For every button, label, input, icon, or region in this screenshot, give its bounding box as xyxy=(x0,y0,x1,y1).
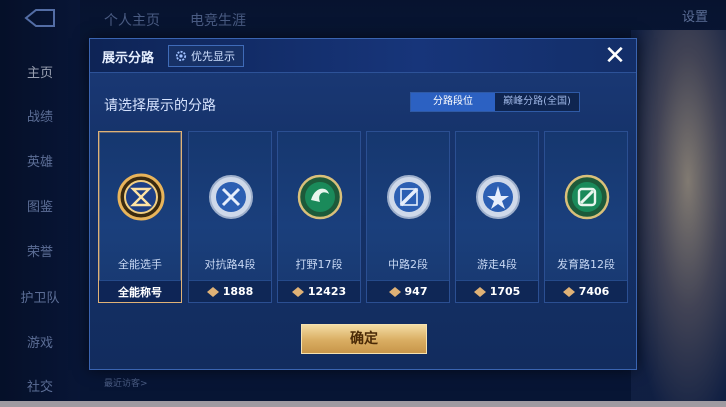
lane-card-name: 对抗路4段 xyxy=(204,258,256,271)
lane-card-footer: 全能称号 xyxy=(99,280,181,302)
dialog-header: 展示分路 优先显示 ✕ xyxy=(90,39,636,73)
lane-card-footer: 12423 xyxy=(278,280,360,302)
all-rounder-title-label: 全能称号 xyxy=(118,285,162,299)
dialog-subtitle: 请选择展示的分路 xyxy=(104,98,216,114)
display-lane-dialog: 展示分路 优先显示 ✕ 请选择展示的分路 分路段位 巅峰分路(全国) 全能选手 … xyxy=(89,38,637,370)
points-icon xyxy=(206,286,219,297)
all-rounder-badge-icon xyxy=(117,173,165,221)
confirm-button[interactable]: 确定 xyxy=(301,324,427,354)
lane-points: 947 xyxy=(404,285,428,298)
dialog-title: 展示分路 xyxy=(102,51,155,66)
lane-card-footer: 1705 xyxy=(456,280,538,302)
lane-card-list: 全能选手 全能称号 对抗路4段 1888 打野17段 12423 中路2段 94… xyxy=(98,131,630,303)
farm-lane-badge-icon xyxy=(564,174,610,220)
priority-display-button[interactable]: 优先显示 xyxy=(168,45,244,67)
close-icon[interactable]: ✕ xyxy=(600,41,630,71)
lane-card-footer: 7406 xyxy=(545,280,627,302)
gear-icon xyxy=(175,50,187,62)
lane-card-jungle[interactable]: 打野17段 12423 xyxy=(277,131,361,303)
roam-badge-icon xyxy=(476,175,520,219)
lane-points: 1705 xyxy=(489,285,521,298)
jungle-badge-icon xyxy=(297,174,343,220)
segment-peak-lane-national[interactable]: 巅峰分路(全国) xyxy=(495,93,579,111)
lane-card-roam[interactable]: 游走4段 1705 xyxy=(455,131,539,303)
points-icon xyxy=(291,286,304,297)
lane-points: 1888 xyxy=(222,285,254,298)
lane-card-mid-lane[interactable]: 中路2段 947 xyxy=(366,131,450,303)
lane-points: 7406 xyxy=(578,285,610,298)
lane-points: 12423 xyxy=(307,285,347,298)
lane-card-footer: 947 xyxy=(367,280,449,302)
lane-type-segmented-control: 分路段位 巅峰分路(全国) xyxy=(410,92,580,112)
points-icon xyxy=(388,286,401,297)
priority-display-label: 优先显示 xyxy=(191,50,235,63)
lane-card-name: 打野17段 xyxy=(295,258,343,271)
segment-lane-rank[interactable]: 分路段位 xyxy=(411,93,495,111)
lane-card-name: 中路2段 xyxy=(388,258,428,271)
lane-card-clash-lane[interactable]: 对抗路4段 1888 xyxy=(188,131,272,303)
lane-card-all-rounder[interactable]: 全能选手 全能称号 xyxy=(98,131,182,303)
lane-card-name: 全能选手 xyxy=(118,258,162,271)
lane-card-footer: 1888 xyxy=(189,280,271,302)
lane-card-farm-lane[interactable]: 发育路12段 7406 xyxy=(544,131,628,303)
lane-card-name: 游走4段 xyxy=(477,258,517,271)
points-icon xyxy=(562,286,575,297)
lane-card-name: 发育路12段 xyxy=(557,258,615,271)
clash-lane-badge-icon xyxy=(209,175,253,219)
mid-lane-badge-icon xyxy=(387,175,431,219)
points-icon xyxy=(473,286,486,297)
